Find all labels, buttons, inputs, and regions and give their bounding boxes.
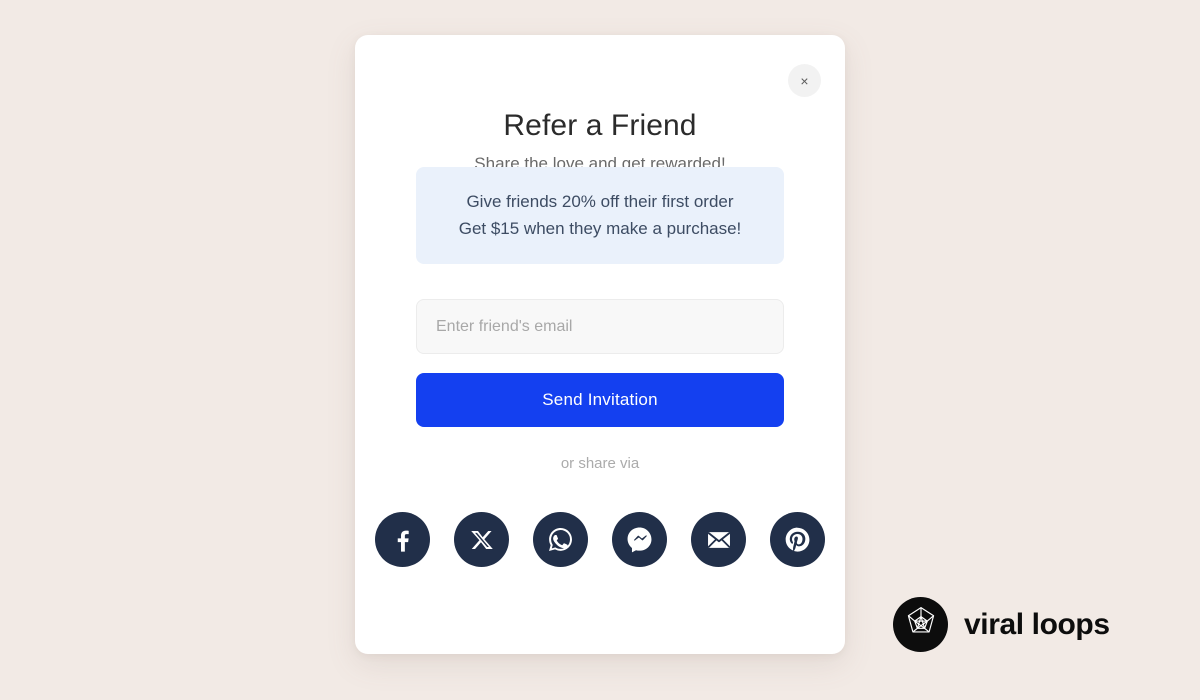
messenger-icon (625, 525, 654, 554)
x-twitter-icon (470, 528, 494, 552)
share-label: or share via (560, 455, 640, 472)
whatsapp-icon (546, 525, 575, 554)
share-button-messenger[interactable] (612, 512, 667, 567)
share-button-whatsapp[interactable] (533, 512, 588, 567)
brand-name: viral loops (964, 607, 1110, 641)
share-button-pinterest[interactable] (770, 512, 825, 567)
viral-loops-mark (893, 597, 948, 652)
reward-callout: Give friends 20% off their first order G… (416, 167, 784, 264)
share-button-x[interactable] (454, 512, 509, 567)
icosahedron-icon (903, 604, 939, 645)
email-icon (705, 526, 733, 554)
brand-logo: viral loops (893, 597, 1110, 652)
share-icon-row (355, 512, 845, 567)
refer-a-friend-modal: × Refer a Friend Share the love and get … (355, 35, 845, 654)
share-button-facebook[interactable] (375, 512, 430, 567)
close-icon: × (800, 72, 809, 89)
page-title: Refer a Friend (503, 109, 697, 142)
reward-line-bonus: Get $15 when they make a purchase! (458, 219, 742, 238)
share-button-email[interactable] (691, 512, 746, 567)
pinterest-icon (783, 525, 812, 554)
send-invitation-button[interactable]: Send Invitation (416, 373, 784, 427)
reward-line-discount: Give friends 20% off their first order (466, 191, 734, 211)
friend-email-input[interactable] (416, 299, 784, 354)
close-button[interactable]: × (788, 64, 821, 97)
facebook-icon (389, 526, 417, 554)
